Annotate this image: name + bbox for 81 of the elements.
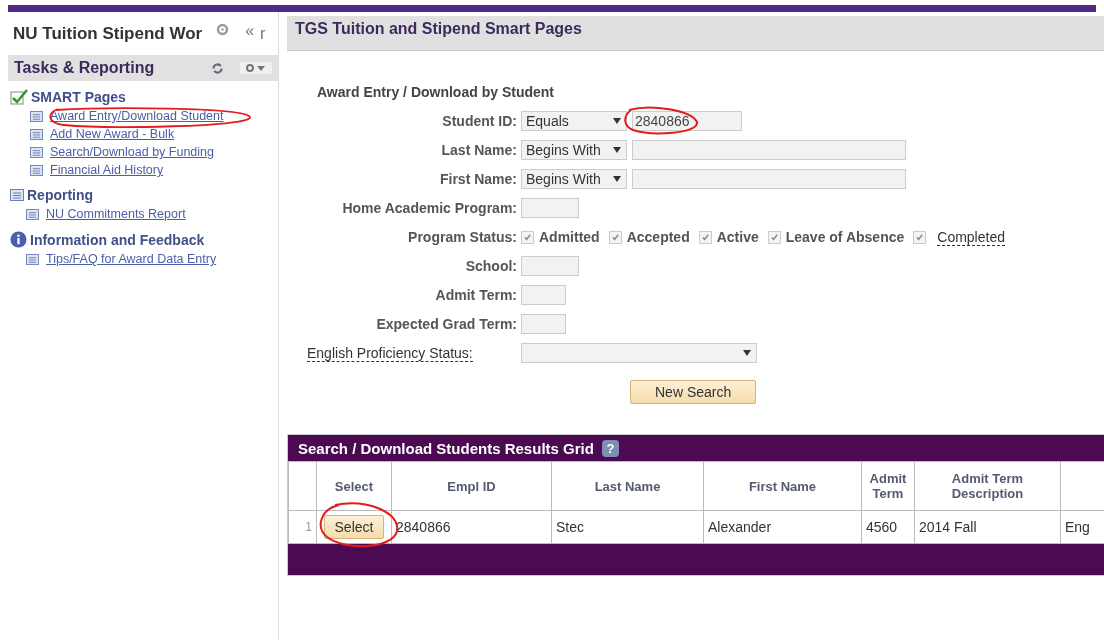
field-label: School: bbox=[464, 258, 517, 274]
dropdown[interactable] bbox=[521, 343, 757, 363]
section-label: Information and Feedback bbox=[30, 231, 205, 248]
column-header: Select bbox=[316, 461, 392, 511]
list-icon bbox=[10, 189, 24, 201]
checkbox-label: Accepted bbox=[626, 229, 690, 245]
caret-icon bbox=[743, 350, 751, 356]
field-label: English Proficiency Status: bbox=[307, 344, 473, 362]
checkbox[interactable] bbox=[698, 230, 712, 244]
checkbox-label: Completed bbox=[937, 228, 1005, 246]
refresh-icon[interactable] bbox=[211, 61, 224, 75]
cut-text: r bbox=[260, 24, 266, 43]
info-icon bbox=[10, 231, 27, 248]
field-label: Program Status: bbox=[407, 229, 517, 245]
field-label: Expected Grad Term: bbox=[375, 316, 517, 332]
operator-dropdown[interactable]: Begins With bbox=[521, 169, 627, 189]
caret-icon bbox=[613, 176, 621, 182]
checkbox-label: Admitted bbox=[539, 229, 600, 245]
sidebar-title: NU Tuition Stipend Wor bbox=[13, 23, 203, 44]
new-search-button[interactable]: New Search bbox=[630, 380, 757, 404]
input-field[interactable] bbox=[632, 169, 906, 189]
input-field[interactable] bbox=[632, 140, 906, 160]
field-label: Home Academic Program: bbox=[341, 200, 517, 216]
table-cell: Stec bbox=[551, 510, 704, 544]
grid-title: Search / Download Students Results Grid bbox=[298, 439, 594, 457]
field-label: Last Name: bbox=[440, 142, 517, 158]
checkmark-icon bbox=[523, 232, 532, 242]
section-label: SMART Pages bbox=[31, 89, 126, 105]
list-icon bbox=[30, 128, 43, 140]
list-icon bbox=[30, 146, 43, 158]
checkmark-icon bbox=[769, 232, 779, 242]
operator-dropdown[interactable]: Equals bbox=[521, 111, 627, 131]
table-cell: 2014 Fall bbox=[914, 510, 1061, 544]
form-title: Award Entry / Download by Student bbox=[317, 84, 555, 100]
column-header: Empl ID bbox=[391, 461, 552, 511]
gear-icon[interactable] bbox=[216, 23, 230, 36]
field-label: Admit Term: bbox=[434, 287, 517, 303]
page-title: TGS Tuition and Stipend Smart Pages bbox=[295, 20, 582, 39]
help-button[interactable]: ? bbox=[601, 439, 619, 457]
checkmark-icon bbox=[915, 232, 925, 242]
select-button[interactable]: Select bbox=[323, 515, 385, 539]
field-label: First Name: bbox=[438, 171, 517, 187]
sidebar-link[interactable]: Financial Aid History bbox=[50, 163, 164, 177]
row-number: 1 bbox=[288, 510, 317, 544]
input-field[interactable] bbox=[521, 198, 579, 218]
checkmark-icon bbox=[610, 232, 620, 242]
column-header: Admit Term bbox=[861, 461, 915, 511]
input-field[interactable]: 2840866 bbox=[632, 111, 742, 131]
sidebar-link[interactable]: Tips/FAQ for Award Data Entry bbox=[46, 252, 217, 266]
sidebar-link[interactable]: Search/Download by Funding bbox=[50, 145, 214, 159]
list-icon bbox=[26, 253, 39, 265]
list-icon bbox=[30, 110, 43, 122]
checkbox-label: Leave of Absence bbox=[785, 229, 905, 245]
column-header bbox=[288, 461, 317, 511]
caret-icon bbox=[613, 147, 621, 153]
collapse-button[interactable]: « bbox=[245, 21, 255, 40]
panel-title: Tasks & Reporting bbox=[14, 59, 156, 77]
checkbox[interactable] bbox=[521, 230, 534, 244]
caret-icon bbox=[613, 118, 621, 124]
table-cell: 4560 bbox=[861, 510, 915, 544]
sidebar-link[interactable]: Add New Award - Bulk bbox=[50, 127, 175, 141]
section-label: Reporting bbox=[27, 187, 94, 203]
input-field[interactable] bbox=[521, 314, 566, 334]
checkmark-icon bbox=[700, 232, 710, 242]
sidebar-link[interactable]: NU Commitments Report bbox=[46, 207, 186, 221]
input-field[interactable] bbox=[521, 285, 566, 305]
column-header: Last Name bbox=[551, 461, 704, 511]
field-label: Student ID: bbox=[441, 113, 517, 129]
checkbox[interactable] bbox=[608, 230, 622, 244]
table-cell: Alexander bbox=[703, 510, 862, 544]
column-header: Admit Term Description bbox=[914, 461, 1061, 511]
checkmark-icon bbox=[10, 89, 28, 105]
input-field[interactable] bbox=[521, 256, 579, 276]
list-icon bbox=[30, 164, 43, 176]
checkbox[interactable] bbox=[767, 230, 781, 244]
list-icon bbox=[26, 208, 39, 220]
column-header: First Name bbox=[703, 461, 862, 511]
checkbox[interactable] bbox=[913, 230, 927, 244]
operator-dropdown[interactable]: Begins With bbox=[521, 140, 627, 160]
checkbox-label: Active bbox=[716, 229, 759, 245]
options-button[interactable] bbox=[240, 62, 272, 74]
